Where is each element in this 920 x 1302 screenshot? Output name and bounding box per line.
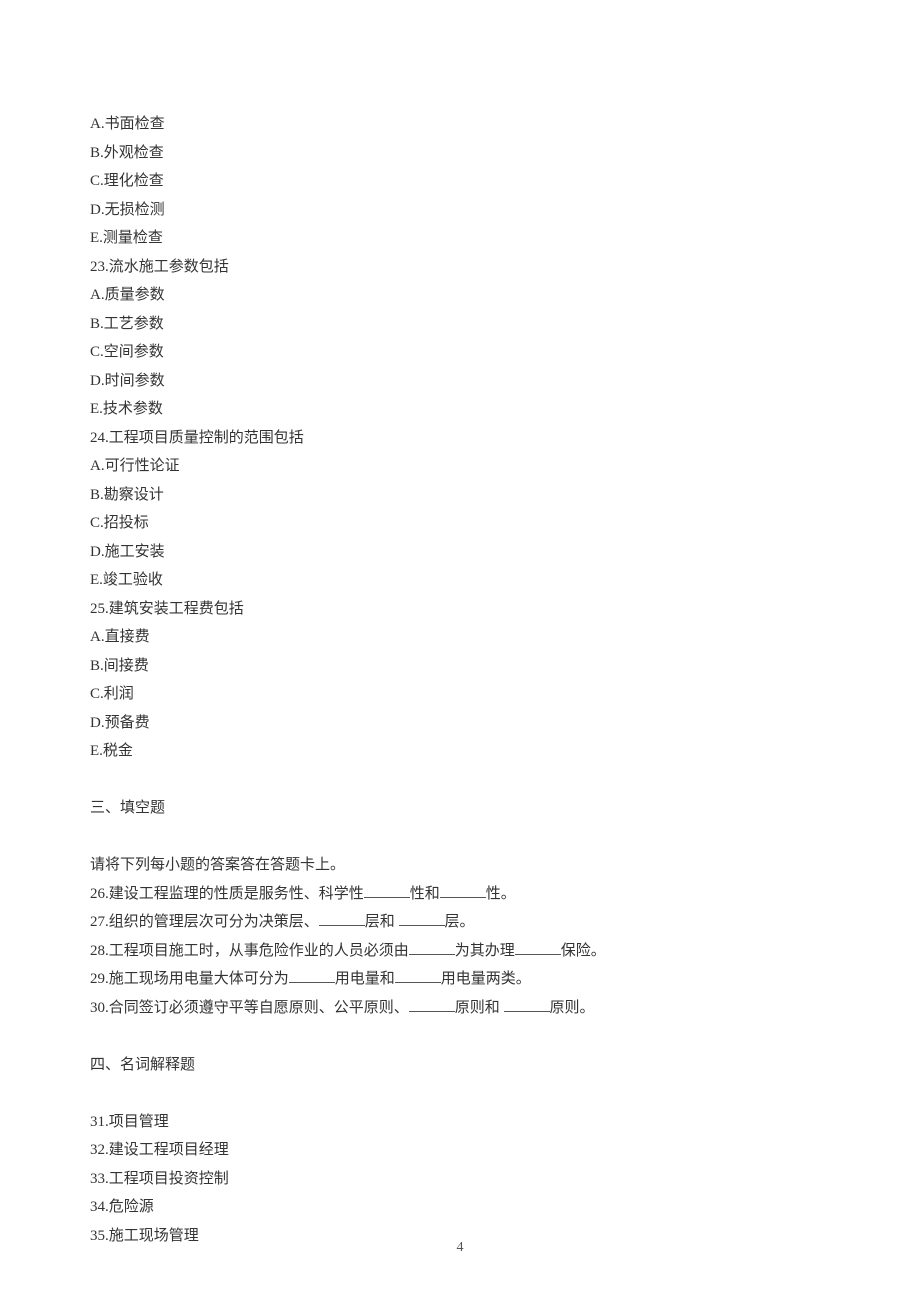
q25-option-d: D.预备费	[90, 709, 810, 738]
q23-option-e: E.技术参数	[90, 395, 810, 424]
q22-option-b: B.外观检查	[90, 139, 810, 168]
q33: 33.工程项目投资控制	[90, 1165, 810, 1194]
q29-part3: 用电量两类。	[441, 971, 531, 987]
q23-option-a: A.质量参数	[90, 281, 810, 310]
q27: 27.组织的管理层次可分为决策层、 层和 层。	[90, 908, 810, 937]
page-number: 4	[0, 1235, 920, 1262]
q30-part3: 原则。	[550, 1000, 595, 1016]
blank	[504, 996, 550, 1012]
q31: 31.项目管理	[90, 1108, 810, 1137]
blank	[409, 939, 455, 955]
q34: 34.危险源	[90, 1193, 810, 1222]
q26-part1: 26.建设工程监理的性质是服务性、科学性	[90, 886, 364, 902]
q26-part2: 性和	[410, 886, 440, 902]
section-3-instruction: 请将下列每小题的答案答在答题卡上。	[90, 851, 810, 880]
q24-stem: 24.工程项目质量控制的范围包括	[90, 424, 810, 453]
q25-option-b: B.间接费	[90, 652, 810, 681]
q24-option-c: C.招投标	[90, 509, 810, 538]
blank	[395, 967, 441, 983]
q30-part1: 30.合同签订必须遵守平等自愿原则、公平原则、	[90, 1000, 409, 1016]
q22-option-e: E.测量检查	[90, 224, 810, 253]
q29-part1: 29.施工现场用电量大体可分为	[90, 971, 289, 987]
q24-option-e: E.竣工验收	[90, 566, 810, 595]
q28: 28.工程项目施工时，从事危险作业的人员必须由 为其办理 保险。	[90, 937, 810, 966]
q22-option-d: D.无损检测	[90, 196, 810, 225]
q25-option-c: C.利润	[90, 680, 810, 709]
q23-option-d: D.时间参数	[90, 367, 810, 396]
q28-part3: 保险。	[561, 943, 606, 959]
q25-option-a: A.直接费	[90, 623, 810, 652]
q25-stem: 25.建筑安装工程费包括	[90, 595, 810, 624]
blank	[319, 910, 365, 926]
q22-option-c: C.理化检查	[90, 167, 810, 196]
blank	[515, 939, 561, 955]
blank	[289, 967, 335, 983]
q30-part2: 原则和	[455, 1000, 504, 1016]
q22-option-a: A.书面检查	[90, 110, 810, 139]
q26-part3: 性。	[486, 886, 516, 902]
q29: 29.施工现场用电量大体可分为 用电量和 用电量两类。	[90, 965, 810, 994]
q30: 30.合同签订必须遵守平等自愿原则、公平原则、 原则和 原则。	[90, 994, 810, 1023]
q23-stem: 23.流水施工参数包括	[90, 253, 810, 282]
section-4-title: 四、名词解释题	[90, 1051, 810, 1080]
blank	[440, 882, 486, 898]
q28-part1: 28.工程项目施工时，从事危险作业的人员必须由	[90, 943, 409, 959]
blank	[399, 910, 445, 926]
q27-part2: 层和	[365, 914, 399, 930]
q24-option-a: A.可行性论证	[90, 452, 810, 481]
section-3-title: 三、填空题	[90, 794, 810, 823]
q28-part2: 为其办理	[455, 943, 515, 959]
blank	[364, 882, 410, 898]
page: A.书面检查 B.外观检查 C.理化检查 D.无损检测 E.测量检查 23.流水…	[0, 0, 920, 1302]
q23-option-c: C.空间参数	[90, 338, 810, 367]
q25-option-e: E.税金	[90, 737, 810, 766]
blank	[409, 996, 455, 1012]
q26: 26.建设工程监理的性质是服务性、科学性 性和 性。	[90, 880, 810, 909]
q24-option-d: D.施工安装	[90, 538, 810, 567]
q27-part3: 层。	[445, 914, 475, 930]
q32: 32.建设工程项目经理	[90, 1136, 810, 1165]
q27-part1: 27.组织的管理层次可分为决策层、	[90, 914, 319, 930]
q29-part2: 用电量和	[335, 971, 395, 987]
q23-option-b: B.工艺参数	[90, 310, 810, 339]
q24-option-b: B.勘察设计	[90, 481, 810, 510]
